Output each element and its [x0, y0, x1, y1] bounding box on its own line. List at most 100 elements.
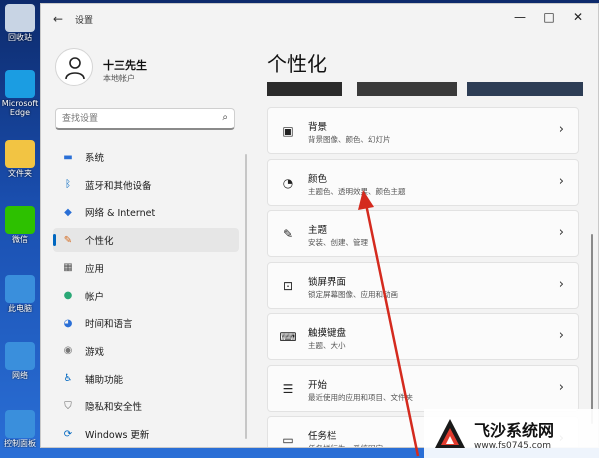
desktop-icon-image: [5, 275, 35, 303]
back-arrow-icon[interactable]: ←: [53, 12, 63, 26]
sidebar-item[interactable]: ◉ 游戏: [53, 339, 239, 363]
keyboard-icon: ⌨: [279, 330, 297, 344]
sidebar-item-label: 辅助功能: [85, 374, 124, 386]
update-icon: ⟳: [63, 428, 73, 440]
desktop-icon[interactable]: Microsoft Edge: [0, 70, 40, 117]
close-button[interactable]: ✕: [566, 10, 590, 24]
accessibility-icon: ♿: [63, 373, 73, 385]
apps-icon: ▦: [63, 262, 73, 274]
card-subtitle: 安装、创建、管理: [308, 238, 368, 247]
desktop-icon[interactable]: 回收站: [0, 4, 40, 42]
sidebar-item[interactable]: ▬ 系统: [53, 145, 239, 169]
title-bar: ← 设置 — □ ✕: [41, 4, 598, 34]
sidebar-item[interactable]: ⟳ Windows 更新: [53, 422, 239, 446]
chevron-right-icon: ›: [558, 276, 564, 292]
brush-icon: ✎: [63, 234, 73, 246]
start-icon: ☰: [282, 381, 294, 396]
game-icon: ◉: [63, 345, 73, 357]
desktop-icon[interactable]: 此电脑: [0, 275, 40, 313]
settings-card[interactable]: ◔ 颜色 主题色、透明效果、颜色主题 ›: [267, 158, 579, 206]
card-title: 锁屏界面: [308, 276, 347, 288]
sidebar-item[interactable]: ◕ 时间和语言: [53, 311, 239, 335]
desktop-icon-label: Microsoft Edge: [1, 99, 39, 117]
lockscreen-icon: ⊡: [282, 278, 294, 293]
card-subtitle: 锁定屏幕图像、应用和动画: [308, 289, 398, 299]
sidebar-item-label: 游戏: [85, 346, 105, 358]
sidebar-item[interactable]: ● 帐户: [53, 284, 239, 308]
chevron-right-icon: ›: [558, 379, 564, 395]
settings-card[interactable]: ✎ 主题 安装、创建、管理 ›: [267, 210, 579, 257]
sidebar-item-label: 应用: [85, 263, 105, 275]
monitor-icon: ▬: [63, 151, 73, 163]
window-title: 设置: [75, 16, 94, 26]
taskbar-icon: ▭: [282, 433, 294, 447]
wifi-icon: ◆: [64, 206, 72, 218]
search-box[interactable]: ⌕: [55, 108, 235, 130]
theme-preview-strip: [267, 82, 583, 96]
globe-icon: ◕: [63, 317, 73, 329]
sidebar-item-label: 系统: [85, 153, 105, 164]
search-icon[interactable]: ⌕: [222, 112, 228, 123]
desktop-icon-image: [5, 410, 35, 438]
sidebar-item[interactable]: ◆ 网络 & Internet: [53, 200, 239, 224]
sidebar-item[interactable]: ▦ 应用: [53, 256, 239, 280]
desktop-icon[interactable]: 微信: [0, 206, 40, 244]
bluetooth-icon: ᛒ: [65, 179, 71, 191]
desktop-icon[interactable]: 网络: [0, 342, 40, 380]
desktop-icon[interactable]: 控制面板: [0, 410, 40, 448]
settings-card[interactable]: ⌨ 触摸键盘 主题、大小 ›: [267, 313, 579, 360]
card-subtitle: 主题色、透明效果、颜色主题: [308, 186, 406, 196]
brand-logo-icon: [435, 418, 465, 448]
site-watermark: 飞沙系统网 www.fs0745.com: [424, 409, 599, 458]
desktop-icon-label: 网络: [12, 371, 28, 380]
main-scrollbar[interactable]: [591, 234, 593, 424]
sidebar-scrollbar[interactable]: [245, 154, 247, 439]
chevron-right-icon: ›: [558, 122, 564, 137]
card-subtitle: 最近使用的应用和项目、文件夹: [308, 392, 413, 402]
sidebar-item-label: 时间和语言: [85, 319, 133, 331]
user-icon: [65, 57, 85, 80]
desktop-icon-image: [5, 140, 35, 168]
desktop-icon-label: 控制面板: [4, 439, 36, 448]
sidebar-item[interactable]: ᛒ 蓝牙和其他设备: [53, 173, 239, 197]
desktop-icon-label: 此电脑: [8, 304, 32, 313]
settings-card[interactable]: ☰ 开始 最近使用的应用和项目、文件夹 ›: [267, 364, 579, 412]
desktop-icon-label: 微信: [12, 235, 28, 244]
chevron-right-icon: ›: [558, 173, 564, 189]
card-title: 任务栏: [308, 431, 337, 442]
sidebar-item[interactable]: ⛉ 隐私和安全性: [53, 394, 239, 418]
card-subtitle: 背景图像、颜色、幻灯片: [308, 135, 391, 144]
desktop-icon-image: [5, 342, 35, 370]
chevron-right-icon: ›: [558, 328, 564, 343]
watermark-url: www.fs0745.com: [474, 440, 551, 451]
card-title: 主题: [308, 225, 328, 236]
settings-card[interactable]: ▣ 背景 背景图像、颜色、幻灯片 ›: [267, 107, 579, 154]
maximize-button[interactable]: □: [537, 10, 561, 24]
sidebar-item-label: 网络 & Internet: [85, 208, 156, 220]
card-title: 颜色: [308, 173, 328, 185]
card-title: 开始: [308, 379, 328, 391]
card-subtitle: 任务栏行为、系统固定: [308, 443, 383, 447]
desktop-icon-label: 文件夹: [8, 169, 32, 178]
desktop-icon[interactable]: 文件夹: [0, 140, 40, 178]
settings-card[interactable]: ⊡ 锁屏界面 锁定屏幕图像、应用和动画 ›: [267, 261, 579, 309]
minimize-button[interactable]: —: [508, 10, 532, 24]
sidebar-item[interactable]: ✎ 个性化: [53, 228, 239, 253]
sidebar-item-label: 蓝牙和其他设备: [85, 180, 152, 192]
desktop-icon-image: [5, 206, 35, 234]
sidebar-item-label: 个性化: [85, 236, 114, 248]
sidebar-item-label: 帐户: [85, 291, 105, 303]
sidebar-item-label: Windows 更新: [85, 430, 150, 441]
desktop-icon-image: [5, 4, 35, 32]
desktop-icon-image: [5, 70, 35, 98]
page-title: 个性化: [267, 52, 327, 76]
image-icon: ▣: [282, 124, 294, 138]
sidebar-item[interactable]: ♿ 辅助功能: [53, 367, 239, 391]
avatar[interactable]: [55, 48, 93, 86]
settings-window: ← 设置 — □ ✕ 十三先生 本地帐户 ⌕ ▬ 系统 ᛒ 蓝牙和其他设备 ◆ 网络 & …: [40, 3, 599, 448]
watermark-brand: 飞沙系统网: [474, 420, 555, 440]
account-icon: ●: [63, 290, 73, 301]
brush-icon: ✎: [282, 227, 294, 241]
search-input[interactable]: [62, 112, 212, 126]
account-type: 本地帐户: [103, 74, 135, 83]
